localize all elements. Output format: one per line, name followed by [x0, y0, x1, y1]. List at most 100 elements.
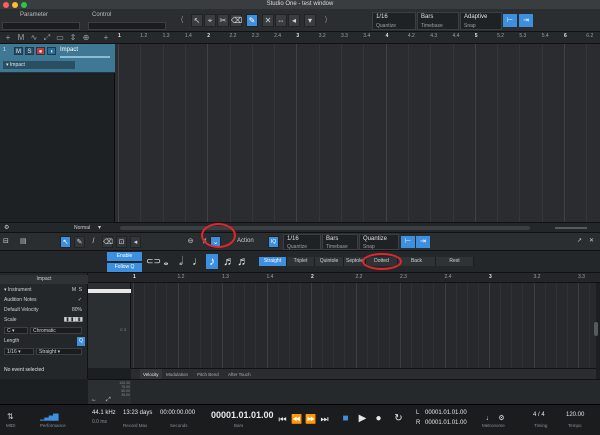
timebase-selector[interactable]: Bars Timebase [417, 12, 459, 30]
search-icon[interactable]: ⊖ [185, 236, 196, 248]
solo-button[interactable]: S [25, 47, 34, 55]
bend-tool-icon[interactable]: ⇔ [275, 14, 287, 27]
fast-forward-icon[interactable]: ⏩ [305, 413, 316, 425]
quarter-note-icon[interactable]: ♩ [192, 254, 204, 269]
follow-q-button[interactable]: Follow Q [107, 263, 142, 272]
folder-icon[interactable]: ▭ [55, 33, 65, 43]
snap-icon[interactable]: ⊕ [81, 33, 91, 43]
scale-root-select[interactable]: C ▾ [4, 327, 28, 334]
tie-icon[interactable]: ⊂⊃ [146, 254, 161, 269]
quantize-selector[interactable]: 1/16 Quantize [372, 12, 416, 30]
zoom-slider[interactable] [555, 227, 587, 229]
sidebar-toggle-icon[interactable]: ▤ [20, 237, 27, 245]
eraser-tool-icon[interactable]: ⌫ [102, 236, 113, 248]
editor-ruler[interactable]: 1 1.2 1.3 1.4 2 2.2 2.3 2.4 3 3.2 3.3 [88, 273, 600, 283]
rewind-icon[interactable]: ⏪ [291, 413, 302, 425]
arrange-view[interactable] [115, 44, 600, 222]
bend-tool-icon[interactable]: ⊡ [116, 236, 127, 248]
record-icon[interactable]: ● [373, 413, 384, 425]
tempo-value[interactable]: 120.00 [566, 412, 584, 418]
length-option-back[interactable]: Back [398, 257, 436, 266]
split-tool-icon[interactable]: ✂ [217, 14, 229, 27]
volume-slider[interactable] [60, 56, 110, 58]
snap-grid-button[interactable]: ⇥ [519, 14, 533, 27]
thirtysecond-note-icon[interactable]: ♬ [223, 254, 235, 269]
timing-value[interactable]: 4 / 4 [533, 412, 545, 418]
mute-tool-icon[interactable]: ✕ [262, 14, 274, 27]
loop-icon[interactable]: ↻ [393, 413, 404, 425]
snap-toggle-button[interactable]: ⊢ [503, 14, 517, 27]
scroll-icon[interactable]: ⇕ [68, 33, 78, 43]
close-icon[interactable]: ✕ [589, 237, 594, 244]
note-editor-grid[interactable] [131, 283, 596, 368]
loop-end-value[interactable]: 00001.01.01.00 [425, 420, 467, 426]
record-arm-icon[interactable]: ● [36, 47, 45, 55]
velocity-editor[interactable]: 100.00 75.00 50.00 25.00 ∼ ⤢ [88, 379, 600, 405]
listen-tool-icon[interactable]: ◂ [130, 236, 141, 248]
length-type-select[interactable]: Straight ▾ [36, 348, 82, 355]
arrow-tool-icon[interactable]: ↖ [60, 236, 71, 248]
velocity-expand-icon[interactable]: ⤢ [106, 397, 111, 404]
action-menu[interactable]: Action [237, 238, 254, 244]
whole-note-icon[interactable]: 𝅝 [160, 254, 172, 269]
arrow-tool-icon[interactable]: ↖ [191, 14, 203, 27]
enable-button[interactable]: Enable [107, 252, 142, 261]
detach-icon[interactable]: ↗ [577, 237, 582, 244]
control-dropdown[interactable] [88, 22, 166, 30]
length-option-rest[interactable]: Rest [436, 257, 474, 266]
eraser-tool-icon[interactable]: ⌫ [230, 14, 242, 27]
listen-tool-icon[interactable]: ◂ [288, 14, 300, 27]
midi-icon[interactable]: M [16, 33, 26, 43]
editor-snap-toggle-button[interactable]: ⊢ [401, 236, 415, 248]
tab-control[interactable]: Control [92, 10, 111, 20]
paint-tool-icon[interactable]: ✎ [246, 14, 258, 27]
editor-timebase-selector[interactable]: Bars Timebase [322, 234, 358, 250]
audition-notes-checkbox[interactable]: ✓ [78, 296, 82, 305]
line-tool-icon[interactable]: / [88, 236, 99, 248]
chevron-down-icon[interactable]: ▾ [98, 224, 101, 231]
editor-snap-grid-button[interactable]: ⇥ [416, 236, 430, 248]
length-option-straight[interactable]: Straight [259, 257, 287, 266]
mute-button[interactable]: M [14, 47, 23, 55]
length-value-select[interactable]: 1/16 ▾ [4, 348, 34, 355]
sixtyfourth-note-icon[interactable]: ♬ [237, 254, 249, 269]
editor-quantize-selector[interactable]: 1/16 Quantize [283, 234, 321, 250]
iq-button[interactable]: IQ [268, 236, 279, 248]
half-note-icon[interactable]: 𝅗𝅥 [175, 254, 187, 269]
settings-icon[interactable]: ⚙ [4, 224, 9, 231]
loop-start-value[interactable]: 00001.01.01.00 [425, 410, 467, 416]
default-velocity-value[interactable]: 80% [72, 306, 82, 315]
snap-selector[interactable]: Adaptive Snap [460, 12, 502, 30]
tab-parameter[interactable]: Parameter [20, 10, 48, 20]
expand-icon[interactable]: ⤢ [42, 33, 52, 43]
inspector-mute-button[interactable]: M [72, 286, 76, 295]
length-option-quintole[interactable]: Quintole [315, 257, 344, 266]
piano-highlight-key[interactable] [88, 289, 131, 293]
play-icon[interactable]: ▶ [357, 413, 368, 425]
midi-monitor-icon[interactable]: ⇅ [7, 412, 14, 421]
horizontal-scrollbar[interactable] [120, 226, 530, 230]
zoom-mode[interactable]: Normal [74, 225, 90, 231]
forward-end-icon[interactable]: ⏭ [319, 413, 330, 425]
rewind-start-icon[interactable]: ⏮ [277, 413, 288, 425]
position-display[interactable]: 00001.01.01.00 [211, 410, 274, 420]
monitor-icon[interactable]: ◖ [47, 47, 56, 55]
editor-snap-selector[interactable]: Quantize Snap [359, 234, 399, 250]
dropdown-arrow-icon[interactable]: ▾ [304, 14, 316, 27]
sixteenth-note-icon[interactable]: ♪ [206, 254, 218, 269]
add-track-icon[interactable]: + [3, 33, 13, 43]
track-name[interactable]: Impact [60, 47, 78, 53]
range-tool-icon[interactable]: ⌖ [204, 14, 216, 27]
paint-tool-icon[interactable]: ✎ [74, 236, 85, 248]
velocity-curve-icon[interactable]: ∼ [91, 397, 96, 404]
automation-icon[interactable]: ∿ [29, 33, 39, 43]
quantize-link-icon[interactable]: Q [77, 337, 85, 346]
stop-icon[interactable]: ■ [340, 413, 351, 425]
track-impact[interactable]: 1 M S ● ◖ Impact ▾ Impact [0, 44, 115, 73]
length-option-triplet[interactable]: Triplet [287, 257, 315, 266]
add-icon[interactable]: + [101, 33, 111, 43]
vertical-scrollbar[interactable] [594, 322, 598, 336]
scale-mode-select[interactable]: Chromatic [30, 327, 82, 334]
parameter-dropdown[interactable] [2, 22, 80, 30]
piano-keyboard[interactable]: C 3 [88, 283, 131, 368]
